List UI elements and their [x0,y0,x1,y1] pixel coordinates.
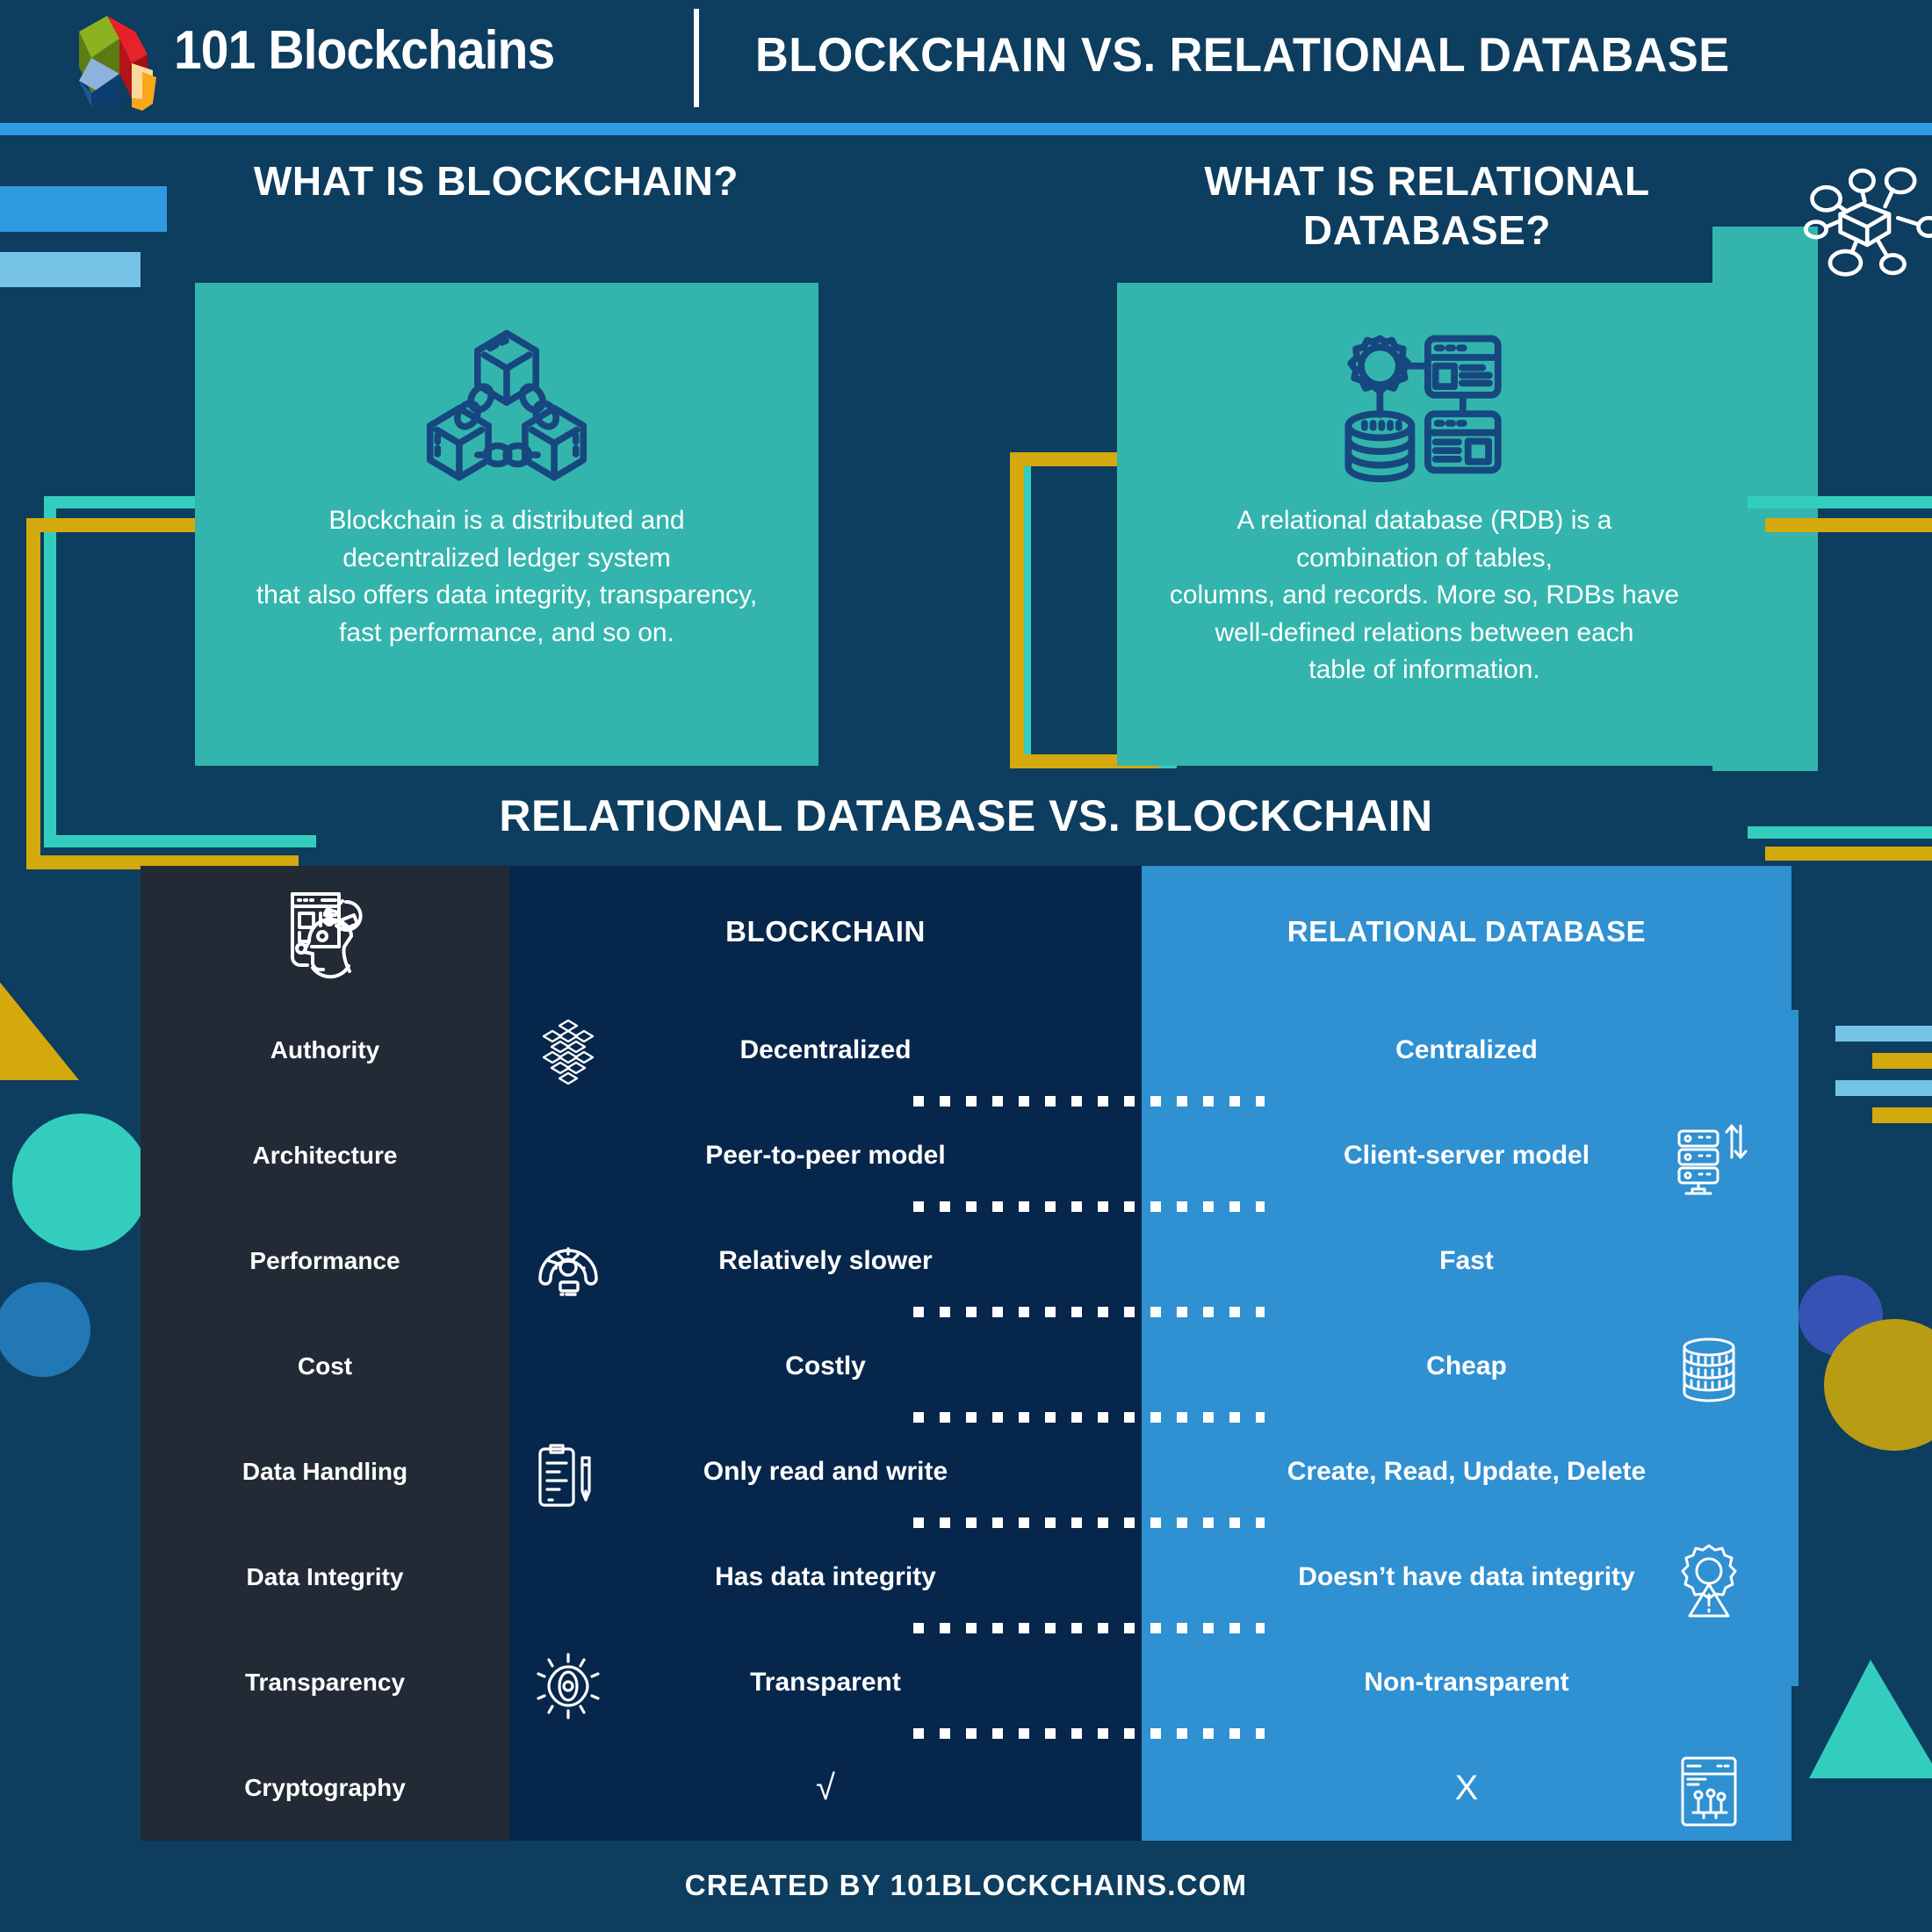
footer-credit: CREATED BY 101BLOCKCHAINS.COM [684,1869,1248,1901]
card-blockchain: Blockchain is a distributed and decentra… [195,283,818,766]
table-row[interactable]: Authority Decentralized Centralized [141,998,1791,1107]
blockchain-cubes-icon [419,318,595,494]
cell-feature: Data Integrity [246,1563,404,1590]
brand-name: 101 Blockchains [174,20,555,81]
cell-relational: Cheap [1426,1352,1507,1381]
section-heading-relational: WHAT IS RELATIONAL DATABASE? [1204,158,1650,254]
cell-feature: Transparency [244,1669,406,1696]
table-row[interactable]: Cryptography √ X [141,1735,1791,1841]
cell-blockchain: Costly [785,1352,866,1381]
column-header-relational: RELATIONAL DATABASE [1287,915,1647,948]
deco-circle-blue [0,1282,90,1377]
cell-feature: Performance [249,1247,400,1274]
cell-blockchain: Relatively slower [718,1246,933,1275]
card-relational-database: A relational database (RDB) is a combina… [1117,283,1732,766]
table-row[interactable]: Cost Costly Cheap [141,1314,1791,1423]
deco-bar-blue-top [0,186,167,232]
brand-logo-icon[interactable] [68,12,165,111]
deco-triangle-teal-right [1809,1660,1932,1778]
table-row[interactable]: Data Handling Only read and write Create… [141,1419,1791,1528]
cell-relational: Centralized [1395,1035,1538,1064]
cell-relational: X [1454,1768,1479,1807]
cell-feature: Cryptography [244,1774,406,1801]
header-accent-bar [0,123,1932,135]
cell-blockchain: Transparent [750,1668,901,1697]
card-blockchain-text: Blockchain is a distributed and decentra… [256,506,758,647]
column-header-blockchain: BLOCKCHAIN [725,915,926,948]
cell-blockchain: √ [816,1768,835,1807]
database-server-icon [1337,318,1512,494]
card-relational-text: A relational database (RDB) is a combina… [1169,506,1680,685]
header-divider [694,9,699,107]
cell-feature: Authority [270,1036,380,1063]
page-header: 101 Blockchains BLOCKCHAIN VS. RELATIONA… [0,0,1932,123]
table-row[interactable]: Performance Relatively slower Fast [141,1208,1791,1317]
cell-blockchain: Decentralized [739,1035,912,1064]
table-row[interactable]: Architecture Peer-to-peer model Client-s… [141,1103,1791,1212]
head-idea-icon [141,882,509,985]
table-row[interactable]: Transparency Transparent Non-transparent [141,1630,1791,1739]
deco-dash-stack-right [1835,1026,1932,1135]
comparison-title: RELATIONAL DATABASE VS. BLOCKCHAIN [499,791,1433,840]
cell-feature: Cost [297,1352,353,1380]
cell-feature: Architecture [252,1142,398,1169]
cell-relational: Create, Read, Update, Delete [1287,1457,1647,1486]
comparison-rows: Authority Decentralized Centralized Arch… [141,998,1791,1841]
page-title: BLOCKCHAIN VS. RELATIONAL DATABASE [755,27,1730,82]
cell-blockchain: Has data integrity [715,1562,936,1591]
comparison-table: BLOCKCHAIN RELATIONAL DATABASE Authority… [141,866,1791,1841]
table-row[interactable]: Data Integrity Has data integrity Doesn’… [141,1525,1791,1633]
cell-relational: Client-server model [1343,1141,1590,1170]
cell-blockchain: Peer-to-peer model [705,1141,946,1170]
infographic-root: 101 Blockchains BLOCKCHAIN VS. RELATIONA… [0,0,1932,1932]
network-cube-icon [1783,148,1932,301]
deco-bar-lightblue-top [0,252,141,287]
cell-blockchain: Only read and write [703,1457,948,1486]
section-heading-blockchain: WHAT IS BLOCKCHAIN? [253,158,739,204]
deco-triangle-gold-left [0,966,79,1080]
cell-relational: Fast [1439,1246,1494,1275]
cell-feature: Data Handling [242,1458,408,1485]
cell-relational: Non-transparent [1364,1668,1569,1697]
cell-relational: Doesn’t have data integrity [1298,1562,1635,1591]
deco-circle-teal [12,1114,149,1251]
